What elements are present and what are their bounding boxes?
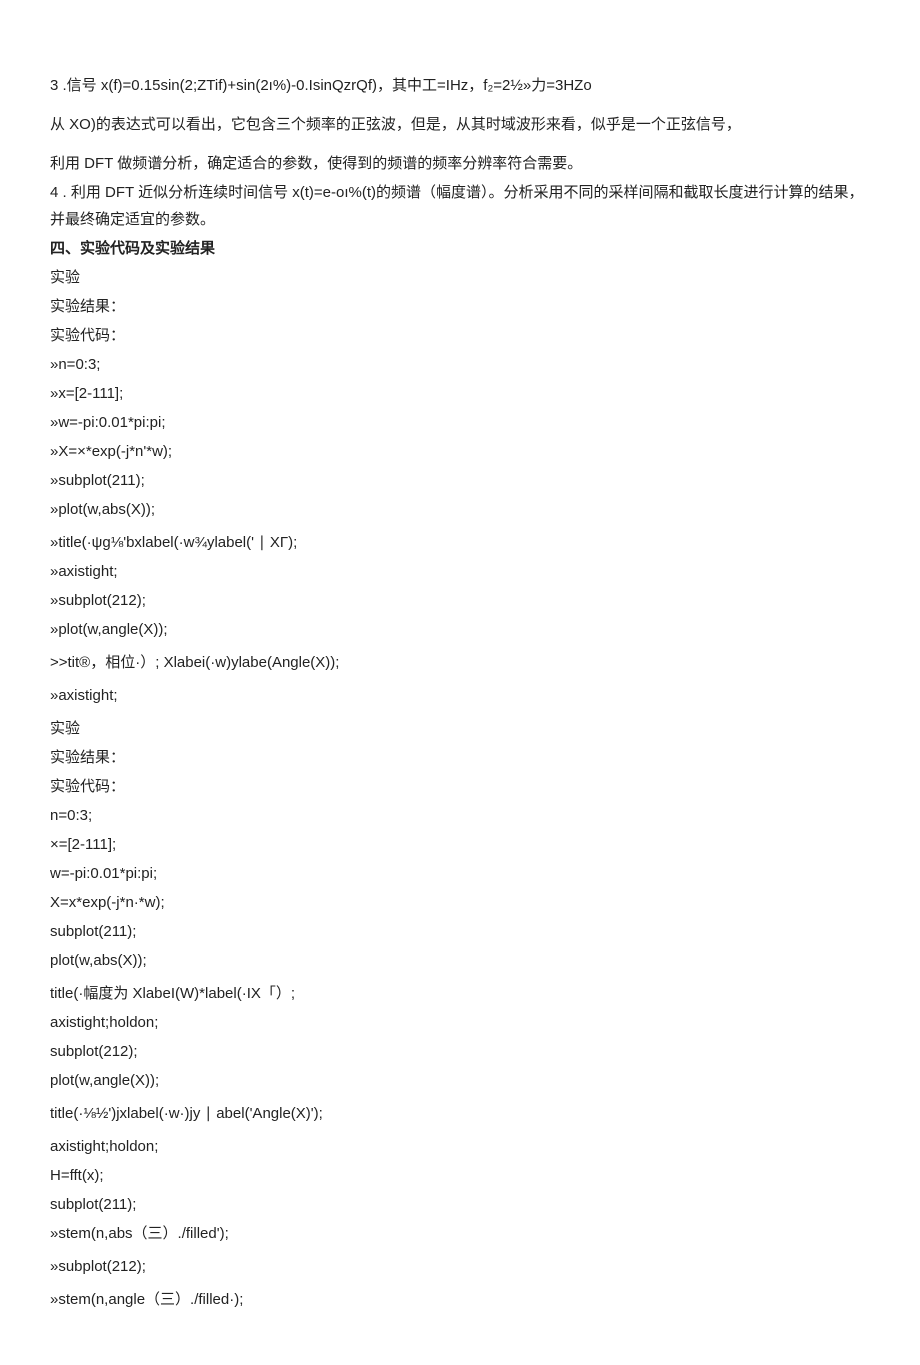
text-line: 利用 DFT 做频谱分析，确定适合的参数，使得到的频谱的频率分辨率符合需要。	[50, 150, 870, 177]
text-line: w=-pi:0.01*pi:pi;	[50, 860, 870, 887]
text-line: 实验代码：	[50, 322, 870, 349]
text-line: 实验结果：	[50, 744, 870, 771]
text-line: title(·⅛½')jxlabel(·w·)jy ∣ abel('Angle(…	[50, 1100, 870, 1127]
text-line: »subplot(211);	[50, 467, 870, 494]
text-line: 实验	[50, 715, 870, 742]
text-line: 实验结果：	[50, 293, 870, 320]
text-line: »axistight;	[50, 558, 870, 585]
text-line: X=x*exp(-j*n·*w);	[50, 889, 870, 916]
text-line: »stem(n,abs（三）./filled');	[50, 1220, 870, 1247]
text-line: axistight;holdon;	[50, 1009, 870, 1036]
text-line: axistight;holdon;	[50, 1133, 870, 1160]
text-line: »subplot(212);	[50, 587, 870, 614]
text-line: H=fft(x);	[50, 1162, 870, 1189]
document-body: 3 .信号 x(f)=0.15sin(2;ZTif)+sin(2ı%)-0.Is…	[50, 72, 870, 1313]
text-line: plot(w,angle(X));	[50, 1067, 870, 1094]
text-line: 4 . 利用 DFT 近似分析连续时间信号 x(t)=e-oı%(t)的频谱（幅…	[50, 179, 870, 233]
text-line: 实验	[50, 264, 870, 291]
text-line: ×=[2-111];	[50, 831, 870, 858]
text-line: plot(w,abs(X));	[50, 947, 870, 974]
text-line: »subplot(212);	[50, 1253, 870, 1280]
text-line: »plot(w,abs(X));	[50, 496, 870, 523]
text-line: »plot(w,angle(X));	[50, 616, 870, 643]
text-line: n=0:3;	[50, 802, 870, 829]
text-line: title(·幅度为 XlabeI(W)*label(·IX「）;	[50, 980, 870, 1007]
text-line: »stem(n,angle（三）./filled·);	[50, 1286, 870, 1313]
text-line: 实验代码：	[50, 773, 870, 800]
text-line: 3 .信号 x(f)=0.15sin(2;ZTif)+sin(2ı%)-0.Is…	[50, 72, 870, 99]
text-line: »x=[2-111];	[50, 380, 870, 407]
text-line: »w=-pi:0.01*pi:pi;	[50, 409, 870, 436]
text-line: »X=×*exp(-j*n'*w);	[50, 438, 870, 465]
text-line: »title(·ψg⅛'bxlabel(·w¾ylabel(' ∣ XΓ);	[50, 529, 870, 556]
text-line: »axistight;	[50, 682, 870, 709]
text-line: subplot(212);	[50, 1038, 870, 1065]
text-line: 从 XO)的表达式可以看出，它包含三个频率的正弦波，但是，从其时域波形来看，似乎…	[50, 111, 870, 138]
text-line: >>tit®，相位·）; Xlabei(·w)ylabe(Angle(X));	[50, 649, 870, 676]
text-line: subplot(211);	[50, 1191, 870, 1218]
text-line: subplot(211);	[50, 918, 870, 945]
text-line: 四、实验代码及实验结果	[50, 235, 870, 262]
text-line: »n=0:3;	[50, 351, 870, 378]
